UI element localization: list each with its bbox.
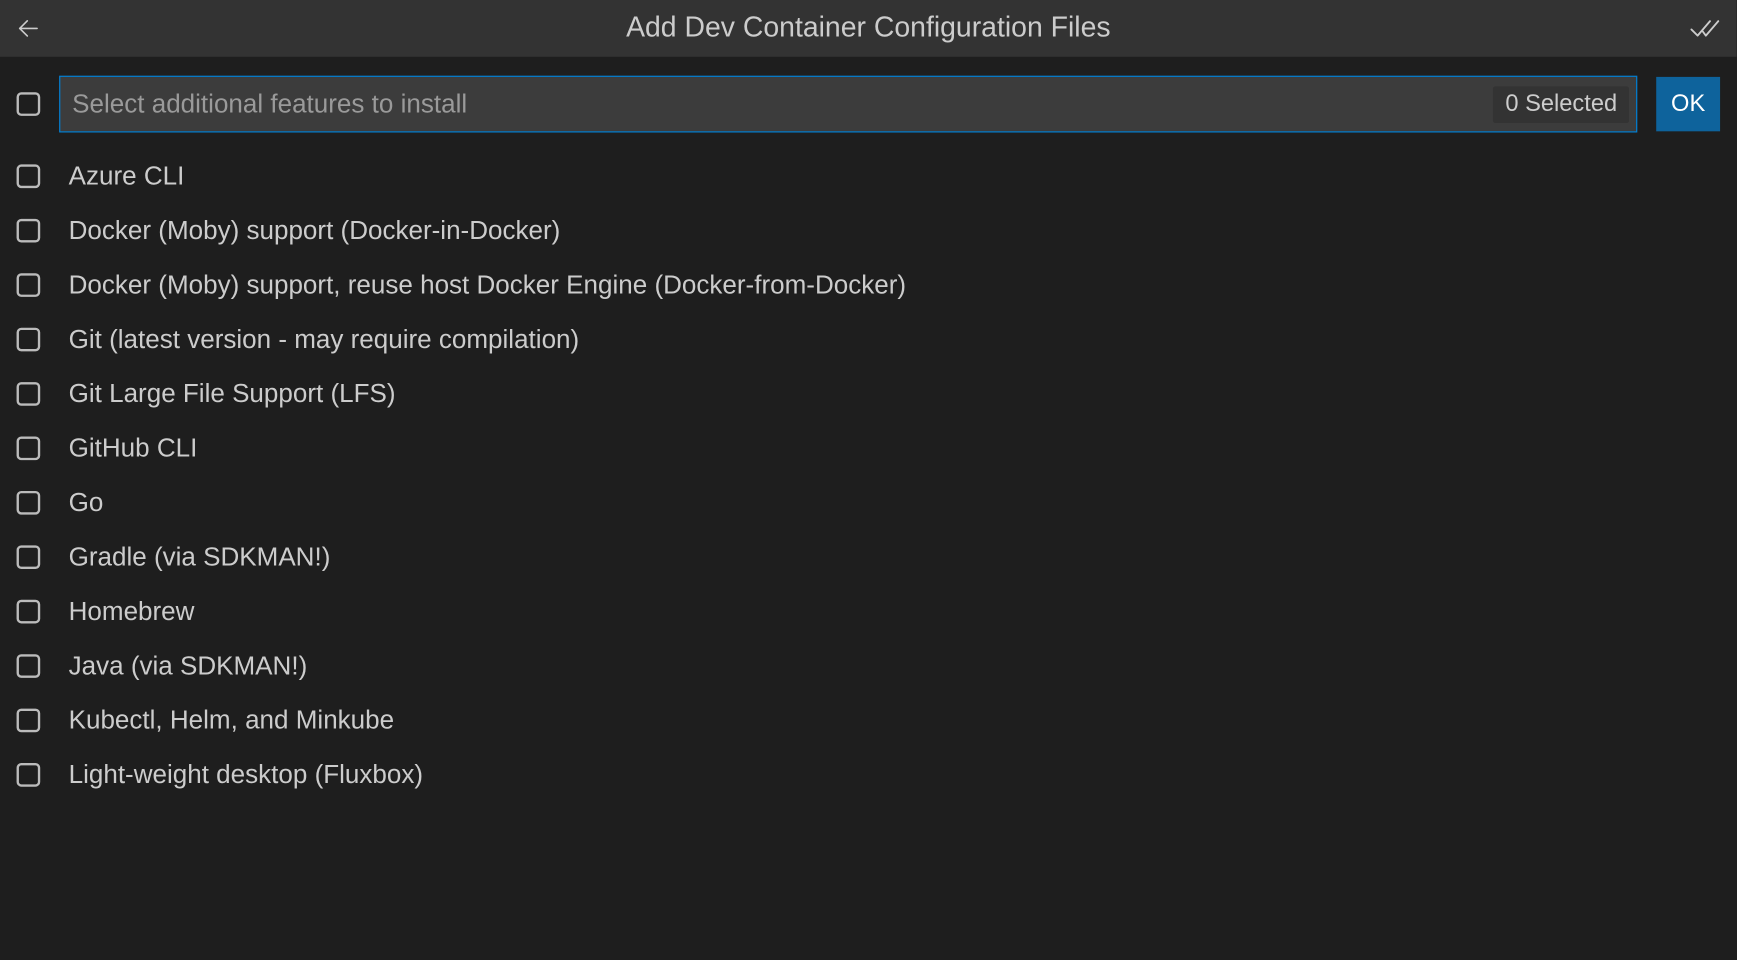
feature-label: Azure CLI <box>69 161 185 192</box>
feature-list: Azure CLI Docker (Moby) support (Docker-… <box>0 144 1737 806</box>
search-row: 0 Selected OK <box>0 57 1737 145</box>
feature-checkbox[interactable] <box>17 437 41 461</box>
feature-label: Git Large File Support (LFS) <box>69 379 396 410</box>
list-item[interactable]: GitHub CLI <box>17 421 1721 475</box>
feature-label: Git (latest version - may require compil… <box>69 324 580 355</box>
feature-checkbox[interactable] <box>17 382 41 406</box>
feature-checkbox[interactable] <box>17 545 41 569</box>
feature-checkbox[interactable] <box>17 328 41 352</box>
list-item[interactable]: Gradle (via SDKMAN!) <box>17 530 1721 584</box>
list-item[interactable]: Java (via SDKMAN!) <box>17 639 1721 693</box>
select-all-checkbox[interactable] <box>17 92 41 116</box>
feature-label: GitHub CLI <box>69 433 198 464</box>
feature-label: Docker (Moby) support (Docker-in-Docker) <box>69 215 561 246</box>
back-button[interactable] <box>14 14 42 42</box>
selected-count-badge: 0 Selected <box>1494 86 1629 123</box>
list-item[interactable]: Git Large File Support (LFS) <box>17 367 1721 421</box>
feature-checkbox[interactable] <box>17 164 41 188</box>
feature-label: Gradle (via SDKMAN!) <box>69 542 331 573</box>
feature-checkbox[interactable] <box>17 600 41 624</box>
feature-label: Homebrew <box>69 596 195 627</box>
feature-label: Kubectl, Helm, and Minkube <box>69 705 394 736</box>
feature-label: Light-weight desktop (Fluxbox) <box>69 759 423 790</box>
list-item[interactable]: Homebrew <box>17 584 1721 638</box>
ok-button[interactable]: OK <box>1656 77 1720 131</box>
titlebar: Add Dev Container Configuration Files <box>0 0 1737 57</box>
feature-checkbox[interactable] <box>17 709 41 733</box>
arrow-left-icon <box>15 15 41 41</box>
feature-checkbox[interactable] <box>17 491 41 515</box>
list-item[interactable]: Go <box>17 476 1721 530</box>
feature-checkbox[interactable] <box>17 654 41 678</box>
list-item[interactable]: Docker (Moby) support, reuse host Docker… <box>17 258 1721 312</box>
list-item[interactable]: Docker (Moby) support (Docker-in-Docker) <box>17 203 1721 257</box>
confirm-all-button[interactable] <box>1689 14 1722 42</box>
list-item[interactable]: Azure CLI <box>17 149 1721 203</box>
feature-checkbox[interactable] <box>17 219 41 243</box>
list-item[interactable]: Light-weight desktop (Fluxbox) <box>17 748 1721 802</box>
search-box: 0 Selected <box>59 76 1637 133</box>
page-title: Add Dev Container Configuration Files <box>626 12 1110 45</box>
search-input[interactable] <box>72 89 1484 120</box>
feature-label: Go <box>69 487 104 518</box>
feature-label: Docker (Moby) support, reuse host Docker… <box>69 270 906 301</box>
check-all-icon <box>1689 15 1722 41</box>
feature-label: Java (via SDKMAN!) <box>69 651 308 682</box>
feature-checkbox[interactable] <box>17 273 41 297</box>
list-item[interactable]: Git (latest version - may require compil… <box>17 312 1721 366</box>
feature-checkbox[interactable] <box>17 763 41 787</box>
list-item[interactable]: Kubectl, Helm, and Minkube <box>17 693 1721 747</box>
